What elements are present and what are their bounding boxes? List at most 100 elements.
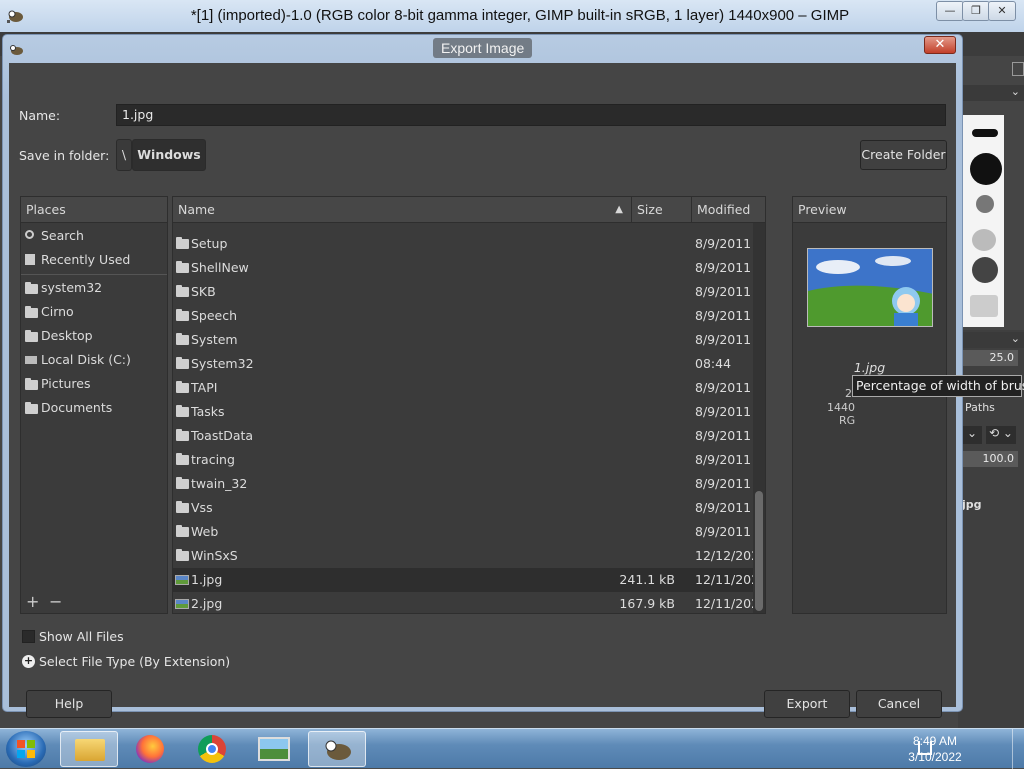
place-label: Search (41, 228, 84, 243)
table-row[interactable]: TAPI 8/9/2011 (173, 376, 755, 400)
file-size: 167.9 kB (619, 596, 675, 611)
file-name: TAPI (191, 380, 218, 395)
help-button[interactable]: Help (26, 690, 112, 718)
folder-icon (176, 525, 189, 537)
gimp-titlebar: *[1] (imported)-1.0 (RGB color 8-bit gam… (0, 0, 1024, 32)
paths-tab[interactable]: Paths (965, 401, 995, 414)
file-list[interactable]: Name ▲ Size Modified Setup 8/9/2011 ShellN… (172, 196, 766, 614)
folder-icon (176, 549, 189, 561)
table-row[interactable]: Setup 8/9/2011 (173, 232, 755, 256)
table-row-partial[interactable] (173, 215, 755, 223)
table-row[interactable]: ShellNew 8/9/2011 (173, 256, 755, 280)
table-row[interactable]: System 8/9/2011 (173, 328, 755, 352)
taskbar: 8:49 AM 3/10/2022 (0, 728, 1024, 769)
folder-icon (176, 381, 189, 393)
file-list-scrollbar[interactable] (753, 223, 765, 613)
place-label: Cirno (41, 304, 74, 319)
taskbar-explorer[interactable] (60, 731, 118, 767)
table-row[interactable]: 2.jpg 167.9 kB 12/11/2021 (173, 592, 765, 613)
place-pictures[interactable]: Pictures (21, 372, 167, 396)
place-label: Documents (41, 400, 113, 415)
taskbar-chrome[interactable] (184, 731, 242, 767)
table-row[interactable]: 1.jpg 241.1 kB 12/11/2021 (173, 568, 765, 592)
file-size: 241.1 kB (619, 572, 675, 587)
dock-grid-toggle[interactable] (1012, 62, 1024, 76)
save-in-folder-label: Save in folder: (19, 148, 110, 163)
file-modified: 8/9/2011 (695, 332, 752, 347)
table-row[interactable]: twain_32 8/9/2011 (173, 472, 755, 496)
preview-header: Preview (793, 197, 946, 223)
brush-size-field[interactable]: 25.0 (963, 350, 1018, 366)
file-modified: 8/9/2011 (695, 380, 752, 395)
preview-panel: Preview 1.jpg 241.1 kB 1440 RG (792, 196, 947, 614)
create-folder-button[interactable]: Create Folder (860, 140, 947, 170)
table-row[interactable]: Web 8/9/2011 (173, 520, 755, 544)
tooltip: Percentage of width of brush (852, 375, 1024, 397)
file-name: Web (191, 524, 219, 539)
table-row[interactable]: Speech 8/9/2011 (173, 304, 755, 328)
place-desktop[interactable]: Desktop (21, 324, 167, 348)
filename-input[interactable]: 1.jpg (116, 104, 946, 126)
show-desktop-button[interactable] (1012, 729, 1024, 769)
opacity-field[interactable]: 100.0 (963, 451, 1018, 467)
table-row[interactable]: Tasks 8/9/2011 (173, 400, 755, 424)
path-root-button[interactable]: \ (116, 139, 132, 171)
brush-grid[interactable] (958, 115, 1004, 327)
place-system32[interactable]: system32 (21, 276, 167, 300)
scrollbar-thumb[interactable] (755, 491, 763, 611)
table-row[interactable]: System32 08:44 (173, 352, 755, 376)
file-name: tracing (191, 452, 235, 467)
remove-place-button[interactable]: − (49, 592, 62, 611)
table-row[interactable]: tracing 8/9/2011 (173, 448, 755, 472)
place-label: system32 (41, 280, 103, 295)
taskbar-gimp[interactable] (308, 731, 366, 767)
show-all-files-label[interactable]: Show All Files (39, 629, 124, 644)
select-file-type-expander[interactable]: Select File Type (By Extension) (39, 654, 230, 669)
table-row[interactable]: SKB 8/9/2011 (173, 280, 755, 304)
add-place-button[interactable]: + (26, 592, 39, 611)
start-button[interactable] (6, 731, 46, 767)
file-name: Setup (191, 236, 228, 251)
file-modified: 8/9/2011 (695, 476, 752, 491)
path-current-button[interactable]: Windows (132, 139, 206, 171)
chevron-down-icon[interactable]: ⌄ (962, 426, 982, 444)
undo-icon[interactable]: ⟲ ⌄ (986, 426, 1016, 444)
maximize-button[interactable]: ❐ (962, 1, 990, 21)
file-name: twain_32 (191, 476, 248, 491)
folder-icon (25, 378, 38, 390)
folder-icon (176, 261, 189, 273)
drive-icon (25, 356, 37, 364)
dock-dropdown[interactable]: ⌄ (963, 85, 1024, 101)
dialog-close-button[interactable]: ✕ (924, 36, 956, 54)
export-button[interactable]: Export (764, 690, 850, 718)
expand-file-type-icon[interactable]: + (22, 655, 35, 668)
dialog-body: Name: 1.jpg Save in folder: \ Windows Cr… (9, 63, 956, 718)
show-all-files-checkbox[interactable] (22, 630, 35, 643)
folder-icon (176, 477, 189, 489)
table-row[interactable]: WinSxS 12/12/2021 (173, 544, 765, 568)
place-documents[interactable]: Documents (21, 396, 167, 420)
table-row[interactable]: Vss 8/9/2011 (173, 496, 755, 520)
place-recently-used[interactable]: Recently Used (21, 248, 167, 272)
place-label: Desktop (41, 328, 93, 343)
dock-dropdown-2[interactable]: ⌄ (963, 332, 1024, 348)
file-modified: 8/9/2011 (695, 452, 752, 467)
cancel-button[interactable]: Cancel (856, 690, 942, 718)
file-modified: 8/9/2011 (695, 500, 752, 515)
place-cirno[interactable]: Cirno (21, 300, 167, 324)
system-clock[interactable]: 8:49 AM 3/10/2022 (900, 733, 970, 765)
preview-colormode: RG (839, 414, 856, 427)
preview-dimensions: 1440 (827, 401, 855, 414)
place-local-disk[interactable]: Local Disk (C:) (21, 348, 167, 372)
minimize-button[interactable]: — (936, 1, 964, 21)
table-row[interactable]: ToastData 8/9/2011 (173, 424, 755, 448)
file-name: Speech (191, 308, 238, 323)
taskbar-photo-viewer[interactable] (246, 731, 304, 767)
place-search[interactable]: Search (21, 224, 167, 248)
gimp-icon (10, 45, 23, 55)
taskbar-firefox[interactable] (122, 731, 180, 767)
file-modified: 8/9/2011 (695, 308, 752, 323)
close-window-button[interactable]: ✕ (988, 1, 1016, 21)
chevron-down-icon: ⌄ (1010, 332, 1020, 345)
file-name: 1.jpg (191, 572, 223, 587)
